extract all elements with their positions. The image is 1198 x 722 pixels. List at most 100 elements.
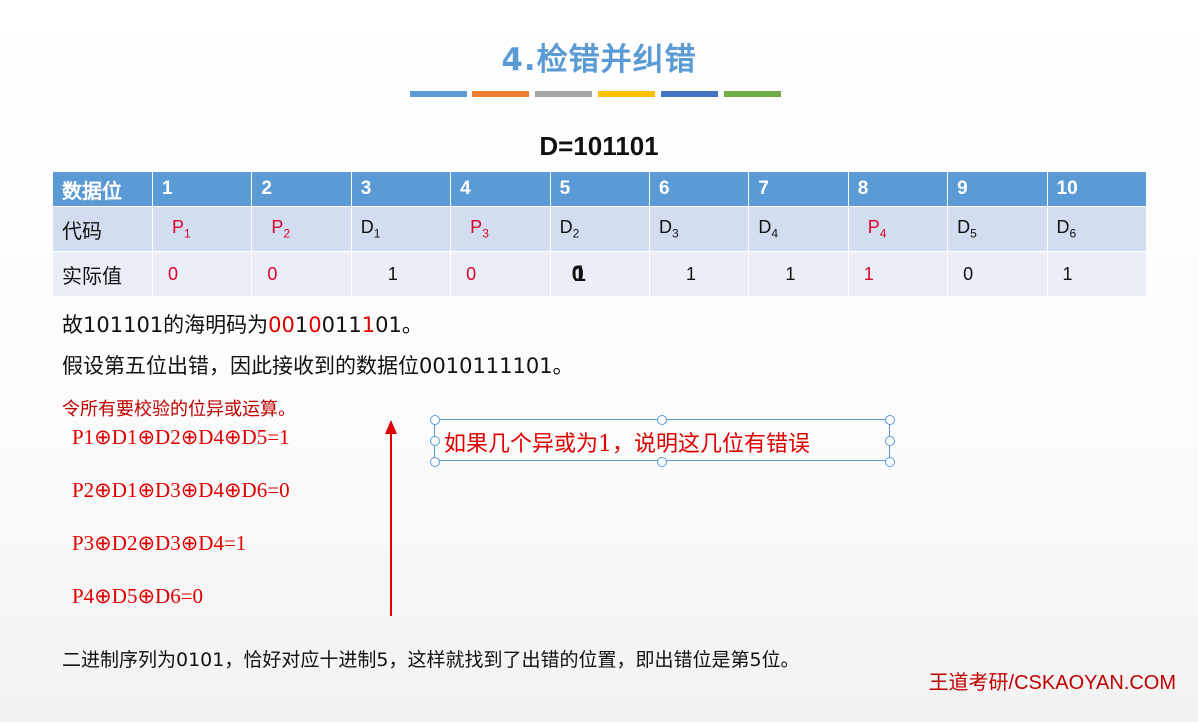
code-base: P (271, 217, 284, 238)
bit-value: 1 (387, 263, 398, 284)
accent-bar (535, 91, 592, 97)
value-cell: 1 (1046, 251, 1148, 297)
resize-handle[interactable] (885, 436, 895, 446)
code-cell: D2 (549, 206, 650, 252)
header-cell: 4 (450, 171, 551, 207)
hamming-code-line: 故101101的海明码为0010011101。 (62, 309, 423, 339)
code-subscript: 3 (671, 226, 679, 241)
resize-handle[interactable] (657, 415, 667, 425)
code-digits: 0 (308, 313, 322, 337)
code-subscript: 6 (1069, 226, 1077, 241)
footer-brand: 王道考研/CSKAOYAN.COM (928, 672, 1176, 694)
corrected-bit: 01 (572, 261, 586, 287)
bit-value: 1 (863, 263, 874, 284)
code-digits: 1 (361, 313, 376, 337)
header-cell: 10 (1046, 171, 1148, 207)
value-cell: 0 (151, 251, 253, 297)
bit-value: 1 (1062, 263, 1073, 284)
header-cell: 7 (748, 171, 849, 207)
code-digits: 01 (375, 313, 402, 337)
code-cell: D4 (748, 206, 849, 252)
resize-handle[interactable] (430, 436, 440, 446)
line1-prefix: 故101101的海明码为 (62, 313, 269, 337)
code-base: P (867, 217, 880, 238)
value-row: 实际值 0 0 1 0 01 1 1 1 0 1 (52, 251, 1148, 297)
header-cell: 3 (350, 171, 452, 207)
value-cell: 0 (450, 251, 551, 297)
header-cell: 8 (847, 171, 949, 207)
code-base: D (360, 217, 374, 238)
code-base: P (172, 217, 185, 238)
flipped-bit: 1 (573, 261, 586, 286)
xor-equation: P1⊕D1⊕D2⊕D4⊕D5=1 (72, 425, 290, 449)
code-subscript: 1 (373, 226, 381, 241)
resize-handle[interactable] (885, 457, 895, 467)
slide-title: 4.检错并纠错 (501, 42, 697, 78)
code-cell: P3 (450, 206, 551, 252)
value-cell: 1 (648, 251, 750, 297)
hamming-table: 数据位 1 2 3 4 5 6 7 8 9 10 代码 P1 P2 D1 P3 … (52, 171, 1148, 297)
value-cell: 1 (350, 251, 452, 297)
code-cell: P2 (251, 206, 352, 252)
row-label: 代码 (52, 206, 153, 252)
data-heading: D=101101 (539, 131, 659, 161)
header-cell: 1 (151, 171, 253, 207)
bit-value: 1 (785, 263, 796, 284)
bit-value: 0 (267, 263, 278, 284)
value-cell: 1 (847, 251, 949, 297)
resize-handle[interactable] (430, 415, 440, 425)
code-subscript: 4 (879, 226, 887, 241)
code-digits: 1 (294, 313, 309, 337)
code-cell: D1 (350, 206, 452, 252)
code-subscript: 2 (283, 226, 291, 241)
resize-handle[interactable] (430, 457, 440, 467)
code-cell: D3 (648, 206, 750, 252)
header-cell: 2 (251, 171, 352, 207)
code-digits: 00 (268, 313, 295, 337)
callout-textbox[interactable]: 如果几个异或为1，说明这几位有错误 (434, 419, 890, 461)
header-cell: 数据位 (52, 171, 153, 207)
value-cell: 1 (748, 251, 849, 297)
code-subscript: 5 (970, 226, 977, 241)
accent-bar (472, 91, 529, 97)
code-base: D (658, 217, 672, 238)
code-subscript: 2 (572, 226, 580, 241)
code-base: D (1056, 217, 1070, 238)
resize-handle[interactable] (657, 457, 667, 467)
accent-bar (410, 91, 467, 97)
header-cell: 9 (947, 171, 1048, 207)
value-cell: 0 (947, 251, 1048, 297)
bit-value: 1 (685, 263, 696, 284)
xor-equation: P3⊕D2⊕D3⊕D4=1 (72, 531, 247, 555)
bit-value: 0 (963, 263, 974, 284)
code-cell: D6 (1046, 206, 1148, 252)
code-base: D (758, 217, 772, 238)
value-cell: 0 (251, 251, 352, 297)
accent-bar (661, 91, 718, 97)
header-cell: 5 (549, 171, 650, 207)
code-subscript: 1 (184, 226, 191, 241)
accent-bar (724, 91, 781, 97)
bit-value: 0 (168, 263, 179, 284)
xor-equation: P4⊕D5⊕D6=0 (72, 584, 204, 608)
code-base: D (957, 217, 971, 238)
code-digits: 011 (321, 313, 362, 337)
xor-equation: P2⊕D1⊕D3⊕D4⊕D6=0 (72, 478, 290, 502)
line1-suffix: 。 (401, 313, 423, 337)
table-header-row: 数据位 1 2 3 4 5 6 7 8 9 10 (52, 171, 1148, 207)
code-row: 代码 P1 P2 D1 P3 D2 D3 D4 P4 D5 D6 (52, 206, 1148, 252)
code-subscript: 3 (482, 226, 489, 241)
accent-bar (598, 91, 655, 97)
header-cell: 6 (648, 171, 750, 207)
value-cell: 01 (549, 251, 650, 297)
up-arrow (385, 420, 397, 616)
resize-handle[interactable] (885, 415, 895, 425)
code-cell: D5 (947, 206, 1048, 252)
code-subscript: 4 (771, 226, 779, 241)
bit-value: 0 (466, 263, 477, 284)
row-label: 实际值 (52, 251, 153, 297)
code-base: P (470, 217, 483, 238)
code-cell: P1 (151, 206, 253, 252)
error-assumption-line: 假设第五位出错，因此接收到的数据位0010111101。 (62, 354, 574, 378)
hamming-code-value: 0010011101 (268, 313, 402, 337)
